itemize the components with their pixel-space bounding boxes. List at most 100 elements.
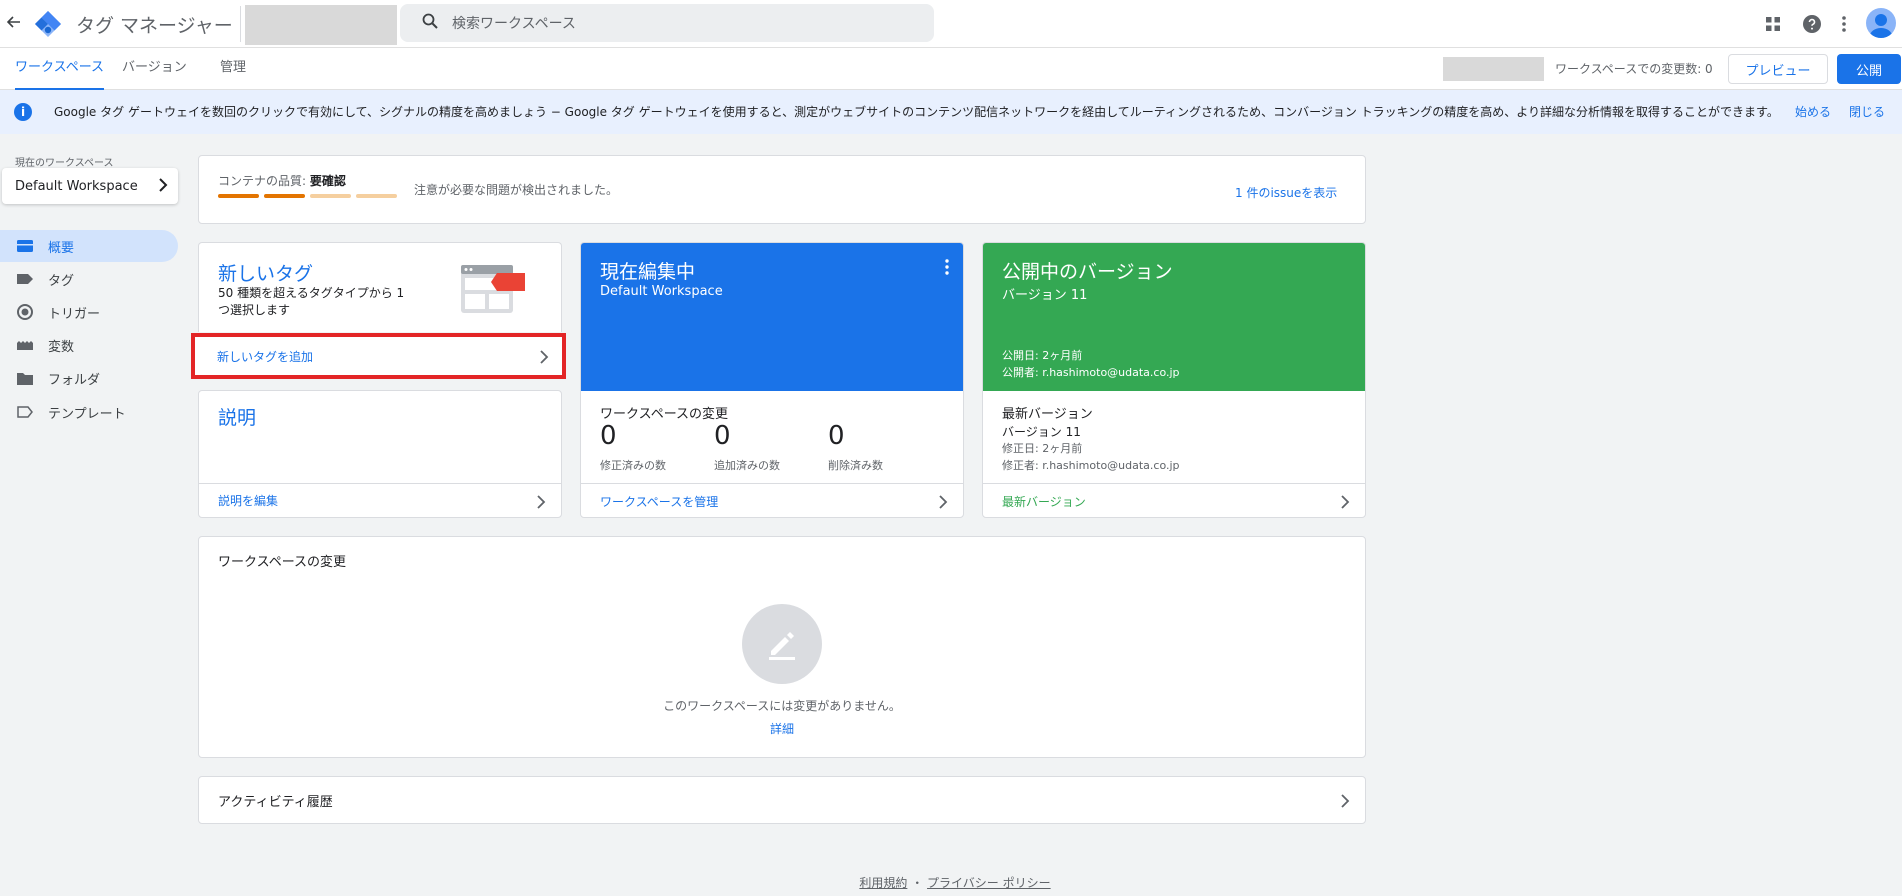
- current-workspace-label: 現在のワークスペース: [15, 158, 114, 169]
- workspace-selector-name: Default Workspace: [15, 178, 138, 194]
- quality-label: コンテナの品質: 要確認: [218, 174, 346, 188]
- trigger-icon: [16, 303, 34, 321]
- divider: [240, 6, 241, 42]
- info-icon: i: [14, 103, 32, 121]
- banner-text: Google タグ ゲートウェイを数回のクリックで有効にして、シグナルの精度を高…: [54, 105, 1779, 119]
- new-tag-description: 50 種類を超えるタグタイプから 1 つ選択します: [218, 286, 405, 317]
- latest-version-label: 最新バージョン: [1002, 494, 1086, 509]
- privacy-link[interactable]: プライバシー ポリシー: [927, 876, 1051, 890]
- tab-bar: ワークスペース バージョン 管理 ワークスペースでの変更数: 0 プレビュー 公…: [0, 48, 1902, 90]
- variable-icon: [16, 336, 34, 354]
- sidebar-item-variables[interactable]: 変数: [0, 329, 178, 361]
- details-link[interactable]: 詳細: [770, 722, 794, 736]
- sidebar-item-tags[interactable]: タグ: [0, 263, 178, 295]
- search-placeholder: 検索ワークスペース: [452, 16, 576, 32]
- no-changes-message: このワークスペースには変更がありません。: [663, 699, 901, 713]
- published-by: 公開者: r.hashimoto@udata.co.jp: [1002, 366, 1180, 379]
- published-version-card: 公開中のバージョン バージョン 11 公開日: 2ヶ月前 公開者: r.hash…: [982, 242, 1366, 518]
- top-bar: タグ マネージャー 検索ワークスペース: [0, 0, 1902, 48]
- quality-bar-segment: [264, 194, 305, 198]
- publish-button[interactable]: 公開: [1837, 54, 1901, 84]
- workspace-name-box: [1443, 57, 1544, 81]
- new-tag-illustration-icon: [461, 263, 533, 315]
- manage-workspace-link[interactable]: ワークスペースを管理: [581, 483, 963, 517]
- quality-bar-segment: [356, 194, 397, 198]
- help-icon[interactable]: [1799, 11, 1825, 37]
- workspace-changes-title: ワークスペースの変更: [218, 555, 347, 570]
- sidebar-item-label: 変数: [48, 339, 75, 355]
- chevron-right-icon: [1340, 793, 1354, 808]
- quality-bar-segment: [218, 194, 259, 198]
- new-tag-title: 新しいタグ: [218, 263, 314, 285]
- apps-grid-icon[interactable]: [1760, 11, 1786, 37]
- sidebar-item-label: テンプレート: [48, 406, 126, 422]
- more-vertical-icon[interactable]: [1831, 11, 1857, 37]
- description-title: 説明: [218, 407, 257, 429]
- published-version: バージョン 11: [1002, 288, 1088, 303]
- back-arrow-icon[interactable]: [2, 10, 26, 34]
- workspace-changes-heading: ワークスペースの変更: [600, 407, 729, 422]
- current-editing-card: 現在編集中 Default Workspace ワークスペースの変更 0 修正済…: [580, 242, 964, 518]
- latest-version-heading: 最新バージョン: [1002, 407, 1093, 422]
- tab-admin[interactable]: 管理: [220, 48, 246, 90]
- view-issues-link[interactable]: 1 件のissueを表示: [1235, 184, 1337, 201]
- published-header: 公開中のバージョン バージョン 11 公開日: 2ヶ月前 公開者: r.hash…: [983, 243, 1365, 391]
- preview-button[interactable]: プレビュー: [1728, 54, 1828, 84]
- sidebar-item-overview[interactable]: 概要: [0, 230, 178, 262]
- latest-version-link[interactable]: 最新バージョン: [983, 483, 1365, 517]
- added-count: 0: [714, 421, 731, 451]
- chevron-right-icon: [1340, 494, 1354, 509]
- workspace-changes-card: ワークスペースの変更 このワークスペースには変更がありません。 詳細: [198, 536, 1366, 758]
- footer: 利用規約 ・ プライバシー ポリシー: [0, 874, 1902, 891]
- sidebar-item-folders[interactable]: フォルダ: [0, 362, 178, 394]
- avatar[interactable]: [1866, 8, 1896, 38]
- edit-description-link[interactable]: 説明を編集: [199, 483, 561, 517]
- search-input[interactable]: 検索ワークスペース: [400, 4, 934, 42]
- sidebar-item-templates[interactable]: テンプレート: [0, 396, 178, 428]
- add-new-tag-label: 新しいタグを追加: [217, 349, 314, 364]
- chevron-right-icon: [539, 349, 553, 364]
- chevron-right-icon: [536, 494, 550, 509]
- footer-separator: ・: [911, 876, 924, 890]
- deleted-label: 削除済み数: [828, 459, 883, 472]
- quality-bar-segment: [310, 194, 351, 198]
- tag-icon: [16, 270, 34, 288]
- tab-versions[interactable]: バージョン: [122, 48, 187, 90]
- modified-count: 0: [600, 421, 617, 451]
- account-selector[interactable]: [245, 5, 397, 45]
- sidebar-item-label: フォルダ: [48, 372, 101, 388]
- editing-title: 現在編集中: [600, 261, 696, 283]
- sidebar-item-label: 概要: [48, 240, 75, 256]
- activity-history-row[interactable]: アクティビティ履歴: [198, 776, 1366, 824]
- add-new-tag-link[interactable]: 新しいタグを追加: [191, 333, 566, 379]
- banner-start-link[interactable]: 始める: [1795, 103, 1831, 120]
- app-title: タグ マネージャー: [76, 15, 233, 37]
- workspace-changes-count: ワークスペースでの変更数: 0: [1555, 62, 1713, 76]
- edit-description-label: 説明を編集: [218, 494, 279, 508]
- latest-version-number: バージョン 11: [1002, 425, 1081, 439]
- sidebar-item-label: トリガー: [48, 306, 101, 322]
- tab-workspace[interactable]: ワークスペース: [15, 48, 105, 90]
- editing-workspace: Default Workspace: [600, 284, 723, 299]
- folder-icon: [16, 369, 34, 387]
- chevron-right-icon: [158, 177, 168, 197]
- info-banner: i Google タグ ゲートウェイを数回のクリックで有効にして、シグナルの精度…: [0, 90, 1902, 134]
- search-icon: [422, 13, 438, 33]
- container-quality-card: コンテナの品質: 要確認 注意が必要な問題が検出されました。 1 件のissue…: [198, 155, 1366, 224]
- banner-close-link[interactable]: 閉じる: [1849, 103, 1885, 120]
- editing-header: 現在編集中 Default Workspace: [581, 243, 963, 391]
- workspace-selector[interactable]: Default Workspace: [2, 168, 178, 204]
- quality-status: 要確認: [309, 174, 346, 188]
- modified-label: 修正済みの数: [600, 459, 666, 472]
- terms-link[interactable]: 利用規約: [859, 876, 907, 890]
- description-card: 説明 説明を編集: [198, 390, 562, 518]
- latest-modified-by: 修正者: r.hashimoto@udata.co.jp: [1002, 459, 1180, 472]
- sidebar-item-triggers[interactable]: トリガー: [0, 296, 178, 328]
- deleted-count: 0: [828, 421, 845, 451]
- new-tag-header: 新しいタグ 50 種類を超えるタグタイプから 1 つ選択します: [198, 242, 562, 332]
- overview-icon: [16, 237, 34, 255]
- published-title: 公開中のバージョン: [1002, 261, 1173, 283]
- published-date: 公開日: 2ヶ月前: [1002, 349, 1083, 362]
- more-vertical-icon[interactable]: [939, 257, 955, 277]
- chevron-right-icon: [938, 494, 952, 509]
